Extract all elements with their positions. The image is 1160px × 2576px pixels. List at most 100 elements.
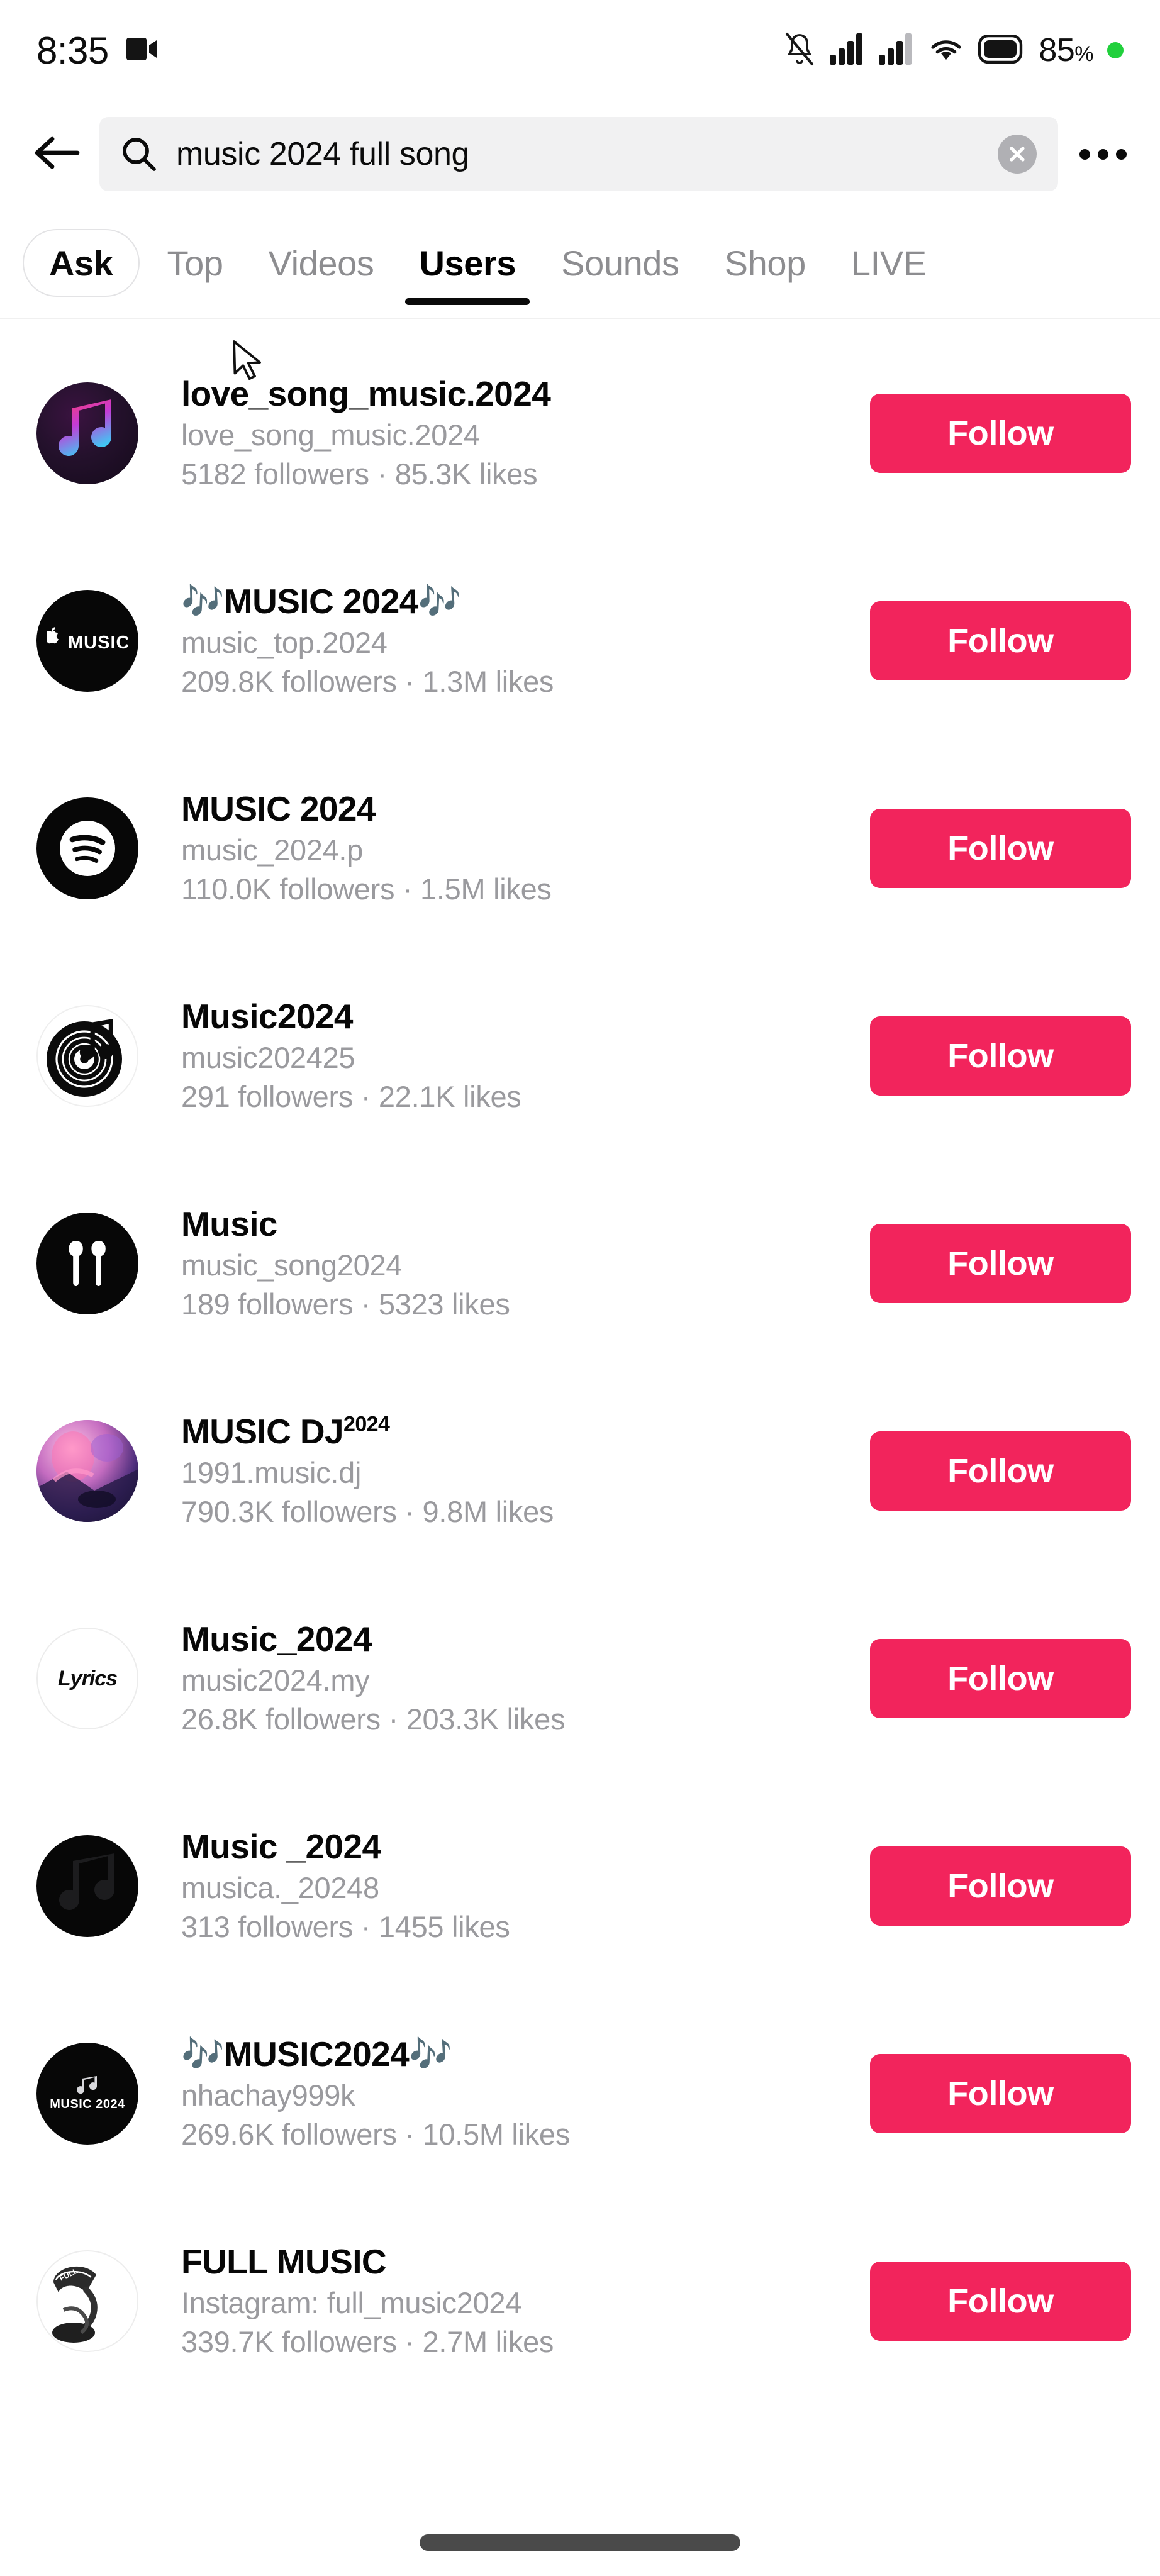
user-result-row[interactable]: MUSIC 2024 🎶MUSIC2024🎶 nhachay999k 269.6… bbox=[0, 1990, 1160, 2197]
user-info: 🎶MUSIC 2024🎶 music_top.2024 209.8K follo… bbox=[138, 582, 870, 699]
music-2024-avatar-text: MUSIC 2024 bbox=[50, 2097, 125, 2111]
tab-live[interactable]: LIVE bbox=[828, 208, 949, 318]
gramophone-avatar[interactable]: FULL bbox=[36, 2250, 138, 2352]
user-display-name: Music _2024 bbox=[181, 1827, 381, 1867]
arrow-left-icon bbox=[32, 134, 80, 175]
search-header: music 2024 full song bbox=[0, 101, 1160, 208]
user-stats: 313 followers · 1455 likes bbox=[181, 1910, 510, 1944]
user-info: MUSIC DJ2024 1991.music.dj 790.3K follow… bbox=[138, 1412, 870, 1530]
recording-indicator-dot bbox=[1107, 42, 1124, 58]
tab-sounds[interactable]: Sounds bbox=[538, 208, 702, 318]
status-bar: 8:35 85% bbox=[0, 0, 1160, 101]
tab-users[interactable]: Users bbox=[396, 208, 538, 318]
user-result-row[interactable]: Music _2024 musica._20248 313 followers … bbox=[0, 1782, 1160, 1990]
user-handle: music_song2024 bbox=[181, 1248, 403, 1282]
tab-users-label: Users bbox=[419, 243, 516, 283]
follow-button[interactable]: Follow bbox=[870, 1016, 1131, 1096]
user-handle: nhachay999k bbox=[181, 2078, 355, 2112]
music-note-gradient-avatar[interactable] bbox=[36, 382, 138, 484]
user-stats: 209.8K followers · 1.3M likes bbox=[181, 665, 554, 699]
wifi-icon bbox=[928, 34, 964, 67]
more-horizontal-icon-dot3 bbox=[1115, 148, 1127, 160]
user-handle: musica._20248 bbox=[181, 1870, 379, 1904]
user-result-row[interactable]: Music2024 music202425 291 followers · 22… bbox=[0, 952, 1160, 1160]
tab-top[interactable]: Top bbox=[145, 208, 246, 318]
tab-videos[interactable]: Videos bbox=[246, 208, 397, 318]
music-2024-text-avatar[interactable]: MUSIC 2024 bbox=[36, 2043, 138, 2145]
app-screen: 8:35 85% music 2024 full song Ask Top Vi… bbox=[0, 0, 1160, 2576]
user-display-name: FULL MUSIC bbox=[181, 2242, 387, 2282]
lyrics-text-avatar[interactable]: Lyrics bbox=[36, 1628, 138, 1729]
user-display-name: Music bbox=[181, 1204, 277, 1244]
dj-photo-avatar[interactable] bbox=[36, 1420, 138, 1522]
user-handle: Instagram: full_music2024 bbox=[181, 2285, 522, 2319]
follow-button[interactable]: Follow bbox=[870, 2054, 1131, 2133]
user-info: Music _2024 musica._20248 313 followers … bbox=[138, 1827, 870, 1945]
user-stats: 291 followers · 22.1K likes bbox=[181, 1080, 521, 1114]
user-result-row[interactable]: FULL FULL MUSIC Instagram: full_music202… bbox=[0, 2197, 1160, 2405]
user-info: Music2024 music202425 291 followers · 22… bbox=[138, 997, 870, 1114]
user-result-row[interactable]: MUSIC 2024 music_2024.p 110.0K followers… bbox=[0, 745, 1160, 952]
user-display-name-main: MUSIC DJ bbox=[181, 1412, 344, 1452]
user-stats: 189 followers · 5323 likes bbox=[181, 1287, 510, 1321]
follow-button[interactable]: Follow bbox=[870, 601, 1131, 680]
user-display-name: love_song_music.2024 bbox=[181, 374, 551, 414]
user-result-row[interactable]: Lyrics Music_2024 music2024.my 26.8K fol… bbox=[0, 1575, 1160, 1782]
search-input[interactable]: music 2024 full song bbox=[99, 117, 1058, 191]
svg-text:MUSIC: MUSIC bbox=[68, 633, 128, 653]
search-icon bbox=[121, 136, 157, 172]
more-horizontal-icon bbox=[1079, 148, 1090, 160]
follow-button[interactable]: Follow bbox=[870, 1846, 1131, 1926]
user-stats: 5182 followers · 85.3K likes bbox=[181, 457, 538, 491]
signal-bars-2-icon bbox=[879, 33, 914, 68]
more-options-button[interactable] bbox=[1074, 127, 1131, 181]
user-display-name: 🎶MUSIC2024🎶 bbox=[181, 2035, 452, 2074]
tab-sounds-label: Sounds bbox=[561, 243, 679, 283]
user-info: Music_2024 music2024.my 26.8K followers … bbox=[138, 1619, 870, 1737]
user-result-row[interactable]: MUSIC 🎶MUSIC 2024🎶 music_top.2024 209.8K… bbox=[0, 537, 1160, 745]
apple-music-logo-avatar[interactable]: MUSIC bbox=[36, 590, 138, 692]
user-info: love_song_music.2024 love_song_music.202… bbox=[138, 374, 870, 492]
search-query-text[interactable]: music 2024 full song bbox=[176, 135, 979, 173]
user-stats: 790.3K followers · 9.8M likes bbox=[181, 1495, 554, 1529]
more-horizontal-icon-dot2 bbox=[1097, 148, 1108, 160]
follow-button[interactable]: Follow bbox=[870, 809, 1131, 888]
dark-music-note-avatar[interactable] bbox=[36, 1835, 138, 1937]
status-time: 8:35 bbox=[36, 29, 109, 72]
user-result-row[interactable]: MUSIC DJ2024 1991.music.dj 790.3K follow… bbox=[0, 1367, 1160, 1575]
tab-ask[interactable]: Ask bbox=[23, 229, 140, 297]
vinyl-record-avatar[interactable] bbox=[36, 1005, 138, 1107]
tab-videos-label: Videos bbox=[268, 243, 374, 283]
spotify-logo-avatar[interactable] bbox=[36, 797, 138, 899]
follow-button[interactable]: Follow bbox=[870, 2262, 1131, 2341]
user-display-name: Music2024 bbox=[181, 997, 353, 1036]
home-indicator-bar bbox=[420, 2534, 740, 2551]
airpods-avatar[interactable] bbox=[36, 1213, 138, 1314]
user-handle: 1991.music.dj bbox=[181, 1455, 362, 1489]
user-handle: music2024.my bbox=[181, 1663, 370, 1697]
user-info: 🎶MUSIC2024🎶 nhachay999k 269.6K followers… bbox=[138, 2035, 870, 2152]
clear-search-button[interactable] bbox=[998, 135, 1037, 174]
follow-button[interactable]: Follow bbox=[870, 394, 1131, 473]
follow-button[interactable]: Follow bbox=[870, 1431, 1131, 1511]
user-handle: love_song_music.2024 bbox=[181, 418, 480, 452]
user-display-name: MUSIC 2024 bbox=[181, 789, 376, 829]
follow-button[interactable]: Follow bbox=[870, 1224, 1131, 1303]
user-stats: 110.0K followers · 1.5M likes bbox=[181, 872, 552, 906]
user-info: MUSIC 2024 music_2024.p 110.0K followers… bbox=[138, 789, 870, 907]
user-handle: music_top.2024 bbox=[181, 625, 388, 659]
back-button[interactable] bbox=[29, 127, 83, 181]
tab-shop[interactable]: Shop bbox=[702, 208, 828, 318]
user-handle: music202425 bbox=[181, 1040, 355, 1074]
tab-shop-label: Shop bbox=[724, 243, 806, 283]
tab-active-underline bbox=[405, 298, 530, 305]
status-bar-left: 8:35 bbox=[36, 29, 159, 72]
user-result-row[interactable]: love_song_music.2024 love_song_music.202… bbox=[0, 330, 1160, 537]
user-info: FULL MUSIC Instagram: full_music2024 339… bbox=[138, 2242, 870, 2360]
user-stats: 339.7K followers · 2.7M likes bbox=[181, 2325, 554, 2359]
user-handle: music_2024.p bbox=[181, 833, 364, 867]
user-display-name: Music_2024 bbox=[181, 1619, 372, 1659]
follow-button[interactable]: Follow bbox=[870, 1639, 1131, 1718]
user-result-row[interactable]: Music music_song2024 189 followers · 532… bbox=[0, 1160, 1160, 1367]
search-tabs: Ask Top Videos Users Sounds Shop LIVE bbox=[0, 208, 1160, 319]
